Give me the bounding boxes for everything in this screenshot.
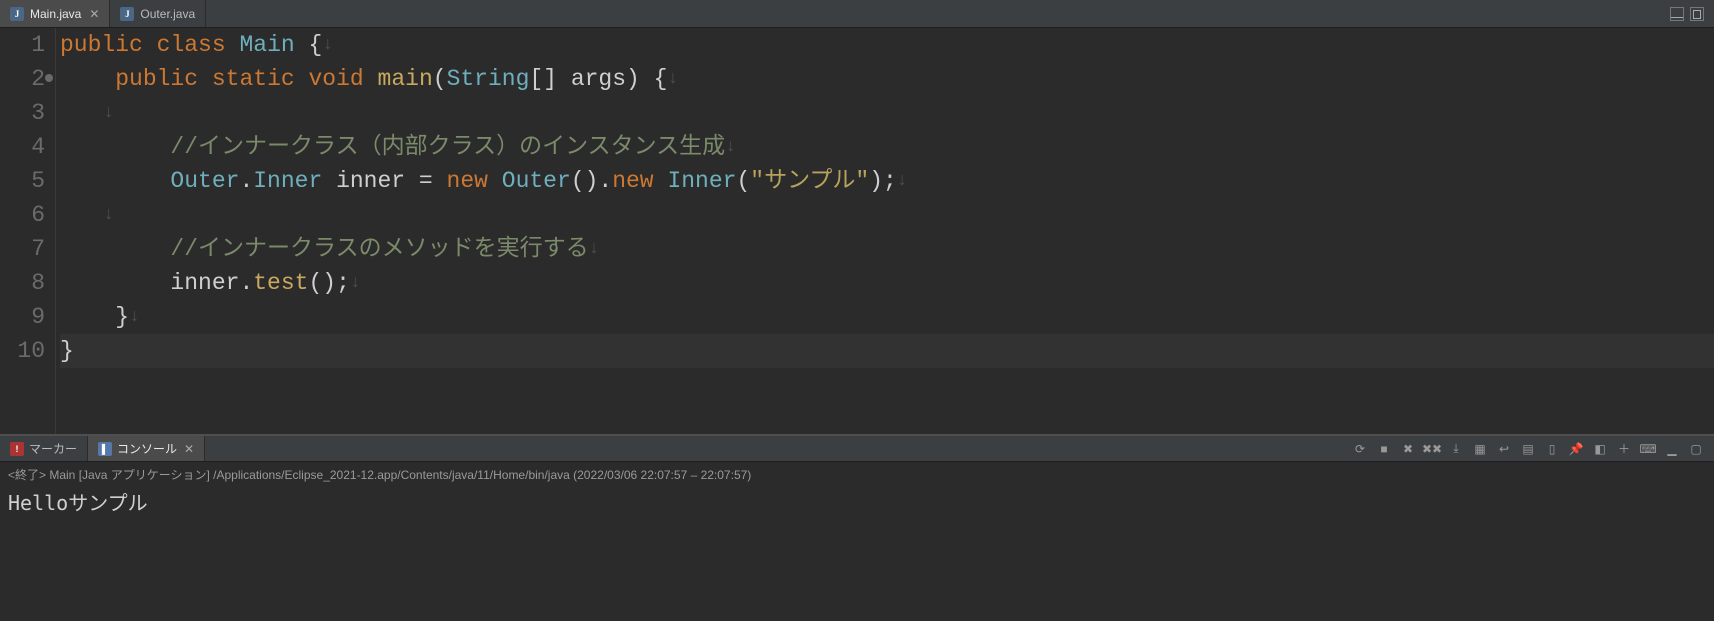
code-line[interactable]: //インナークラス（内部クラス）のインスタンス生成↓ (60, 130, 1714, 164)
word-wrap-icon[interactable]: ↩ (1494, 440, 1514, 458)
new-console-icon[interactable]: ＋ (1614, 440, 1634, 458)
java-file-icon: J (120, 7, 134, 21)
console-toolbar: ⟳■✖✖✖⤓▦↩▤▯📌◧＋⌨▁▢ (1350, 440, 1714, 458)
console-icon: ▌ (98, 442, 112, 456)
remove-all-icon[interactable]: ✖✖ (1422, 440, 1442, 458)
code-line[interactable]: public static void main(String[] args) {… (60, 62, 1714, 96)
line-number: 5 (0, 164, 45, 198)
open-console-icon[interactable]: ▤ (1518, 440, 1538, 458)
console-status-line: <終了> Main [Java アプリケーション] /Applications/… (0, 462, 1714, 485)
code-line[interactable]: Outer.Inner inner = new Outer().new Inne… (60, 164, 1714, 198)
bottom-panel: !マーカー▌コンソール✕ ⟳■✖✖✖⤓▦↩▤▯📌◧＋⌨▁▢ <終了> Main … (0, 434, 1714, 621)
code-line[interactable]: inner.test();↓ (60, 266, 1714, 300)
editor-window-controls (1670, 7, 1714, 21)
code-line[interactable]: ↓ (60, 198, 1714, 232)
code-line[interactable]: }↓ (60, 300, 1714, 334)
line-number: 6 (0, 198, 45, 232)
bottom-tab-bar: !マーカー▌コンソール✕ ⟳■✖✖✖⤓▦↩▤▯📌◧＋⌨▁▢ (0, 436, 1714, 462)
bottom-tab-console[interactable]: ▌ コンソール ✕ (88, 436, 205, 461)
show-console-icon[interactable]: ▦ (1470, 440, 1490, 458)
line-number: 10 (0, 334, 45, 368)
display-selected-icon[interactable]: ◧ (1590, 440, 1610, 458)
markers-icon: ! (10, 442, 24, 456)
code-line[interactable]: //インナークラスのメソッドを実行する↓ (60, 232, 1714, 266)
line-number: 4 (0, 130, 45, 164)
pin-icon[interactable]: 📌 (1566, 440, 1586, 458)
refresh-icon[interactable]: ⟳ (1350, 440, 1370, 458)
line-number-gutter: 12345678910 (0, 28, 56, 434)
minimize-view-icon[interactable]: ▁ (1662, 440, 1682, 458)
code-line[interactable]: ↓ (60, 96, 1714, 130)
java-file-icon: J (10, 7, 24, 21)
bottom-tab-label: マーカー (29, 440, 77, 457)
bottom-tab-label: コンソール (117, 440, 177, 457)
minimize-editor-icon[interactable] (1670, 7, 1684, 21)
editor-tab-outer-java[interactable]: J Outer.java (110, 0, 206, 27)
line-number: 1 (0, 28, 45, 62)
bottom-tab-markers[interactable]: ! マーカー (0, 436, 88, 461)
close-tab-icon[interactable]: ✕ (89, 7, 99, 21)
console-output: Helloサンプル (0, 485, 1714, 518)
terminal-icon[interactable]: ⌨ (1638, 440, 1658, 458)
stop-icon[interactable]: ■ (1374, 440, 1394, 458)
line-number: 8 (0, 266, 45, 300)
line-number: 9 (0, 300, 45, 334)
editor-tab-label: Main.java (30, 7, 81, 21)
code-line[interactable]: public class Main {↓ (60, 28, 1714, 62)
code-editor[interactable]: 12345678910 public class Main {↓ public … (0, 28, 1714, 434)
editor-tab-bar: J Main.java ✕ J Outer.java (0, 0, 1714, 28)
override-marker-icon[interactable] (45, 74, 53, 82)
code-line[interactable]: } (60, 334, 1714, 368)
editor-tab-label: Outer.java (140, 7, 195, 21)
maximize-editor-icon[interactable] (1690, 7, 1704, 21)
maximize-view-icon[interactable]: ▢ (1686, 440, 1706, 458)
line-number: 7 (0, 232, 45, 266)
code-content[interactable]: public class Main {↓ public static void … (56, 28, 1714, 434)
editor-tab-main-java[interactable]: J Main.java ✕ (0, 0, 110, 27)
clear-console-icon[interactable]: ▯ (1542, 440, 1562, 458)
scroll-lock-icon[interactable]: ⤓ (1446, 440, 1466, 458)
line-number: 3 (0, 96, 45, 130)
close-tab-icon[interactable]: ✕ (184, 442, 194, 456)
line-number: 2 (0, 62, 45, 96)
remove-icon[interactable]: ✖ (1398, 440, 1418, 458)
